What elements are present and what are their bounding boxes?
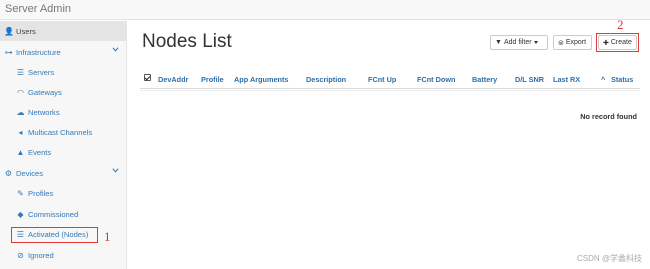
annotation-mark-1: 1: [104, 229, 111, 244]
sidebar-item-label: Servers: [28, 67, 55, 77]
export-button[interactable]: ⊜ Export: [553, 35, 592, 50]
sidebar-item-label: Multicast Channels: [28, 127, 93, 137]
filter-icon: ▼: [495, 39, 502, 46]
sidebar-item-servers[interactable]: ☰ Servers: [0, 62, 127, 82]
sidebar-item-label: Gateways: [28, 87, 62, 97]
sidebar-item-events[interactable]: ▲ Events: [0, 142, 127, 162]
annotation-mark-2: 2: [617, 17, 624, 32]
sidebar-item-users[interactable]: 👤 Users: [0, 21, 127, 41]
sidebar-item-label: Infrastructure: [16, 47, 61, 57]
sidebar-item-commissioned[interactable]: ◆ Commissioned: [0, 204, 127, 224]
cube-icon: ◆: [17, 209, 24, 219]
column-header-description[interactable]: Description: [306, 75, 346, 84]
warning-icon: ▲: [16, 147, 25, 157]
cloud-icon: ☁: [16, 107, 25, 117]
chevron-down-icon: [112, 47, 119, 52]
table-header-divider: [140, 88, 640, 89]
chevron-down-icon: [112, 168, 119, 173]
column-header-dl-snr[interactable]: D/L SNR: [515, 75, 544, 84]
server-icon: ☰: [16, 67, 25, 77]
cubes-icon: ⚙: [4, 168, 13, 178]
sort-icon[interactable]: ^: [601, 75, 605, 84]
select-all-checkbox[interactable]: [144, 74, 151, 81]
empty-table-message: No record found: [580, 112, 637, 121]
highlight-activated-nodes: [11, 227, 98, 243]
column-header-fcnt-up[interactable]: FCnt Up: [368, 75, 396, 84]
edit-icon: ✎: [17, 188, 24, 198]
add-filter-button[interactable]: ▼ Add filter: [490, 35, 548, 50]
highlight-create-button: [596, 33, 639, 52]
sidebar-item-label: Commissioned: [28, 209, 79, 219]
sidebar-section-infrastructure[interactable]: ⊶ Infrastructure: [0, 42, 127, 62]
caret-down-icon: [533, 41, 538, 44]
export-label: Export: [565, 39, 587, 46]
sitemap-icon: ⊶: [4, 47, 13, 57]
sidebar-item-label: Events: [28, 147, 52, 157]
column-header-profile[interactable]: Profile: [201, 75, 224, 84]
sidebar-item-ignored[interactable]: ⊘ Ignored: [0, 245, 127, 265]
column-header-devaddr[interactable]: DevAddr: [158, 75, 188, 84]
add-filter-label: Add filter: [503, 39, 532, 46]
download-icon: ⊜: [558, 39, 564, 47]
top-navbar: Server Admin: [0, 0, 650, 20]
sidebar-item-label: Ignored: [28, 250, 54, 260]
sidebar-item-profiles[interactable]: ✎ Profiles: [0, 183, 127, 203]
sidebar-item-gateways[interactable]: ◠ Gateways: [0, 82, 127, 102]
table-header-divider-2: [140, 90, 640, 91]
column-header-battery[interactable]: Battery: [472, 75, 497, 84]
sidebar-item-label: Users: [16, 26, 36, 36]
column-header-status[interactable]: Status: [611, 75, 633, 84]
sidebar-item-label: Profiles: [28, 188, 54, 198]
column-header-fcnt-down[interactable]: FCnt Down: [417, 75, 456, 84]
column-header-last-rx[interactable]: Last RX: [553, 75, 580, 84]
watermark: CSDN @学蠡科技: [576, 254, 642, 263]
user-icon: 👤: [4, 26, 14, 36]
sidebar-item-label: Networks: [28, 107, 60, 117]
column-header-app-arguments[interactable]: App Arguments: [234, 75, 288, 84]
app-brand[interactable]: Server Admin: [5, 3, 71, 15]
sidebar-item-label: Devices: [16, 168, 44, 178]
bullhorn-icon: ◂: [18, 127, 23, 137]
sidebar-item-networks[interactable]: ☁ Networks: [0, 102, 127, 122]
ban-icon: ⊘: [17, 250, 24, 260]
wifi-icon: ◠: [17, 87, 24, 97]
sidebar-section-devices[interactable]: ⚙ Devices: [0, 163, 127, 183]
sidebar-item-multicast-channels[interactable]: ◂ Multicast Channels: [0, 122, 127, 142]
page-title: Nodes List: [142, 31, 232, 52]
